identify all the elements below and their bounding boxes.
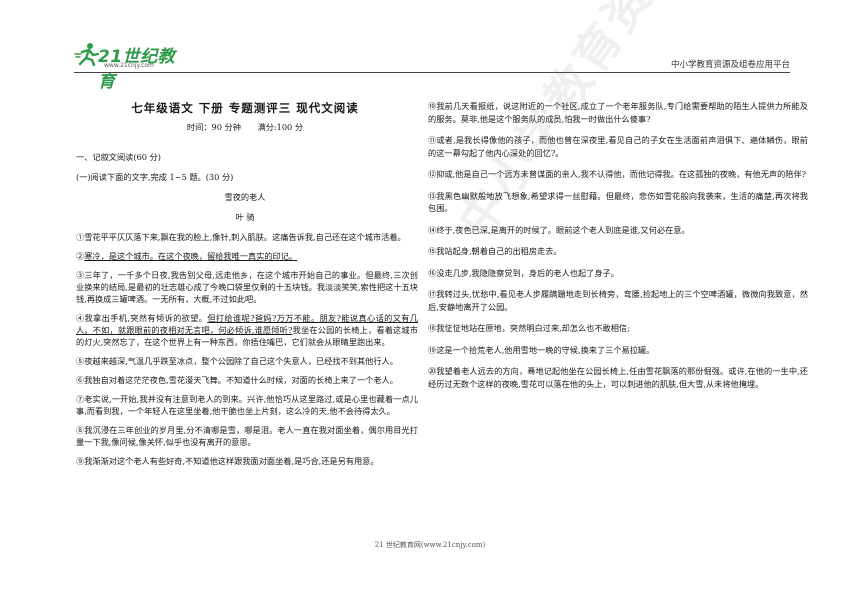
exam-meta: 时间：90 分钟 满分:100 分	[72, 121, 418, 133]
right-column: ⑩我前几天看报纸，说这附近的一个社区,成立了一个老年服务队,专门给需要帮助的陌生…	[428, 100, 808, 399]
paragraph-2: ②寒冷，是这个城市。在这个夜晚，留给我唯一真实的印记。	[76, 251, 298, 261]
paragraph-8: ⑧我沉浸在三年创业的岁月里,分不清哪是雪，哪是泪。老人一直在我对面坐着，偶尔用目…	[76, 425, 418, 447]
exam-time: 时间：90 分钟	[186, 122, 241, 132]
paragraph-10: ⑩我前几天看报纸，说这附近的一个社区,成立了一个老年服务队,专门给需要帮助的陌生…	[428, 101, 808, 124]
underlined-sentence: 寒冷，是这个城市。在这个夜晚，留给我唯一真实的印记。	[84, 251, 298, 261]
header-platform-text: 中小学教育资源及组卷应用平台	[670, 60, 790, 70]
paragraph-5: ⑤夜越来越深,气温几乎跌至冰点，整个公园除了自己这个失意人，已经找不到其他行人。	[76, 356, 398, 366]
paragraph-11: ⑪或者,是我长得像他的孩子，而他也曾在深夜里,看见自己的子女在生活面前声泪俱下、…	[428, 135, 808, 158]
paragraph-3: ③三年了，一千多个日夜,我告别父母,远走他乡，在这个城市开始自己的事业。但最终,…	[76, 270, 418, 304]
story-author: 叶 骑	[235, 212, 255, 222]
section-heading: 一、记叙文阅读(60 分)	[76, 152, 161, 162]
header-divider	[74, 72, 790, 73]
paragraph-14: ⑭终于,夜色已深,是离开的时候了。眼前这个老人到底是谁,又何必在意。	[428, 224, 690, 235]
paragraph-7: ⑦老实说,一开始,我并没有注意到老人的到来。兴许,他恰巧从这里路过,或是心里也藏…	[76, 394, 418, 416]
logo-url: www.21cnjy.com	[104, 62, 154, 69]
paragraph-1: ①雪花平平仄仄落下来,飘在我的脸上,像针,刺入肌肤。这痛告诉我,自己还在这个城市…	[76, 232, 406, 242]
paragraph-9: ⑨我渐渐对这个老人有些好奇,不知道他这样跟我面对面坐着,是巧合,还是另有用意。	[76, 456, 379, 466]
paragraph-17: ⑰我转过头,忧愁中,看见老人步履蹒跚地走到长椅旁，弯腰,捡起地上的三个空啤酒罐，…	[428, 289, 808, 312]
paragraph-12: ⑫抑或,他是自己一个远方未曾谋面的亲人,我不认得他，而他记得我。在这孤独的夜晚，…	[428, 169, 807, 179]
paragraph-16: ⑯没走几步,我隐隐察觉到，身后的老人也起了身子。	[428, 267, 619, 278]
page-title: 七年级语文 下册 专题测评三 现代文阅读	[131, 101, 359, 115]
story-title: 雪夜的老人	[224, 192, 266, 202]
footer-text[interactable]: 21 世纪教育网(www.21cnjy.com)	[0, 540, 860, 550]
paragraph-6: ⑥我独自对着这茫茫夜色,雪花漫天飞舞。不知道什么时候，对面的长椅上来了一个老人。	[76, 375, 398, 385]
runner-logo-icon	[74, 43, 100, 66]
exam-score: 满分:100 分	[257, 122, 304, 132]
paragraph-20: ⑳我望着老人远去的方向，蓦地记起他坐在公园长椅上,任由雪花飘落的那份倔强。或许,…	[428, 366, 808, 389]
paragraph-4: ④我拿出手机,突然有倾诉的欲望。但打给谁呢?爸妈?万万不能。朋友?能说真心话的又…	[76, 313, 418, 347]
site-logo[interactable]: 21世纪教育 www.21cnjy.com	[74, 40, 184, 92]
paragraph-19: ⑲这是一个拾荒老人,他用雪地一晚的守候,换来了三个易拉罐。	[428, 344, 655, 355]
paragraph-13: ⑬我黑色幽默般地放飞想象,希望求得一丝慰藉。但最终，悲伤如雪花般向我袭来，生活的…	[428, 190, 808, 214]
left-column: 七年级语文 下册 专题测评三 现代文阅读 时间：90 分钟 满分:100 分 一…	[72, 100, 418, 474]
paragraph-15: ⑮我站起身,朝着自己的出租房走去。	[428, 246, 562, 256]
paragraph-18: ⑱我怔怔地站在原地，突然明白过来,却怎么也不敢相信;	[428, 323, 630, 333]
subsection-heading: (一)阅读下面的文字,完成 1~5 题。(30 分)	[76, 172, 234, 182]
